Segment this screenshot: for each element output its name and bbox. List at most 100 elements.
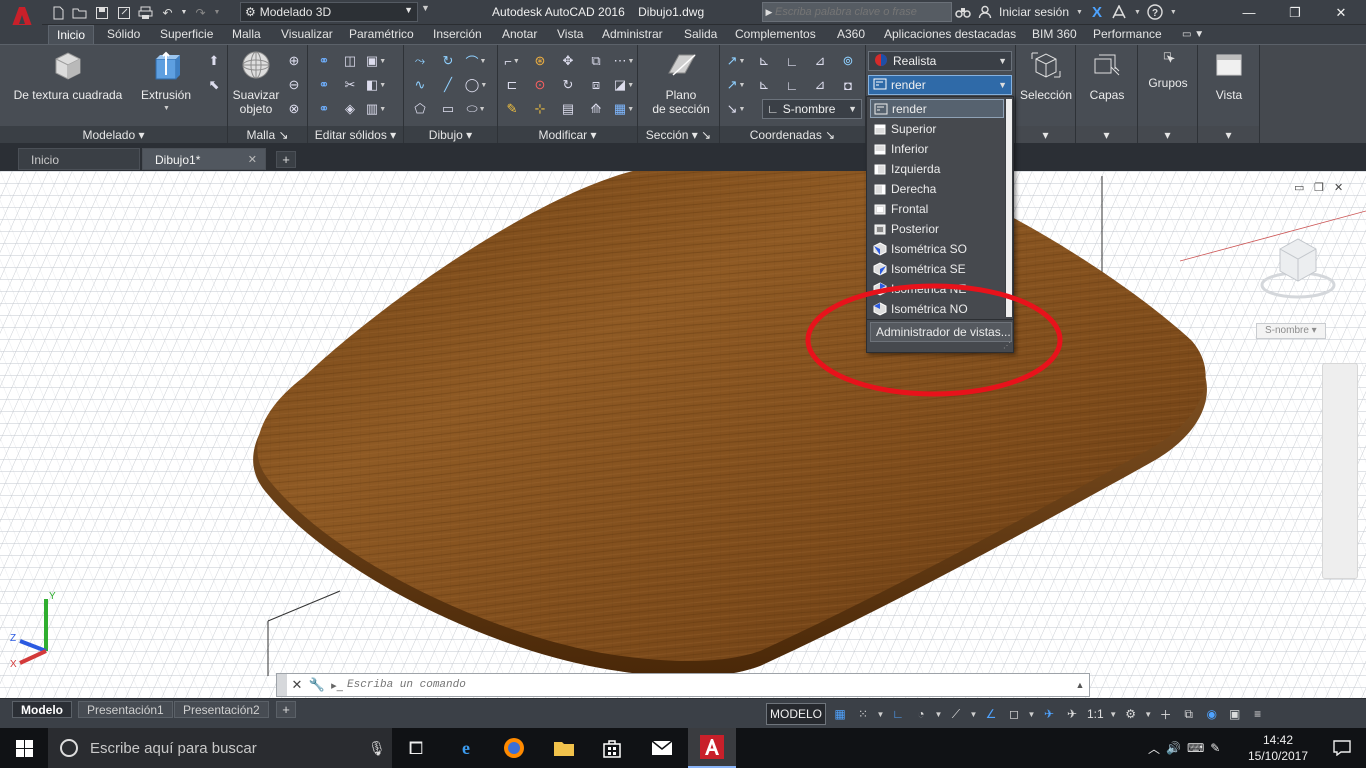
panel-title-coordenadas[interactable]: Coordenadas ↘ — [720, 126, 865, 144]
view-manager-button[interactable]: Administrador de vistas... — [870, 322, 1012, 342]
tab-a360[interactable]: A360 — [829, 25, 873, 44]
ucs-named-combo[interactable]: ∟ S-nombre ▼ — [762, 99, 862, 119]
copy-icon[interactable]: ▤ — [558, 99, 578, 119]
isodraft-icon[interactable]: ⟋ — [946, 704, 966, 724]
system-clock[interactable]: 14:42 15/10/2017 — [1238, 732, 1318, 764]
tab-aplicaciones-destacadas[interactable]: Aplicaciones destacadas — [876, 25, 1024, 44]
chevron-down-icon[interactable]: ▼ — [1076, 9, 1083, 16]
store-icon[interactable] — [588, 728, 636, 768]
workspace-select[interactable]: ⚙ Modelado 3D ▼ — [240, 2, 418, 22]
keyword-search-input[interactable] — [775, 6, 951, 18]
panel-title-dibujo[interactable]: Dibujo ▾ — [404, 126, 497, 144]
circle-icon[interactable]: ◯ ▼ — [465, 75, 488, 95]
tab-salida[interactable]: Salida — [676, 25, 725, 44]
layout-tab-modelo[interactable]: Modelo — [12, 701, 72, 718]
ucs-object-icon[interactable]: ◘ — [838, 75, 858, 95]
view-button[interactable]: Vista — [1202, 49, 1256, 102]
polygon-icon[interactable]: ⬠ — [410, 99, 430, 119]
ucs-icon[interactable]: ↗ ▼ — [726, 51, 746, 71]
isolate-objects-icon[interactable]: ⧉ — [1179, 704, 1199, 724]
shell-icon[interactable]: ▥ ▼ — [366, 99, 386, 119]
smooth-more-icon[interactable]: ⊕ — [284, 51, 304, 71]
view-item-frontal[interactable]: Frontal — [870, 199, 1004, 218]
workspace-switch-icon[interactable]: ⚙ — [1121, 704, 1141, 724]
ucs-3point-icon[interactable]: ⊿ — [810, 75, 830, 95]
viewport-minimize-icon[interactable]: ▭ — [1294, 181, 1304, 194]
mirror-3d-icon[interactable]: ⧈ — [586, 75, 606, 95]
redo-icon[interactable]: ↷ — [191, 3, 210, 22]
grid-array-icon[interactable]: ▦ ▼ — [614, 99, 634, 119]
undo-icon[interactable]: ↶ — [158, 3, 177, 22]
customize-qat-icon[interactable]: ▼ — [421, 3, 433, 21]
refine-mesh-icon[interactable]: ⊗ — [284, 99, 304, 119]
chevron-down-icon[interactable]: ▼ — [1134, 9, 1141, 16]
tab-inicio[interactable]: Inicio — [48, 25, 95, 44]
model-space-button[interactable]: MODELO — [766, 703, 826, 725]
object-snap-icon[interactable]: ◻ — [1004, 704, 1024, 724]
view-item-izquierda[interactable]: Izquierda — [870, 159, 1004, 178]
sign-in-link[interactable]: Iniciar sesión — [999, 5, 1069, 19]
groups-button[interactable]: Grupos — [1140, 49, 1196, 90]
polar-tracking-icon[interactable]: ◔ — [911, 704, 931, 724]
tab-complementos[interactable]: Complementos — [727, 25, 824, 44]
seleccion-expand-icon[interactable]: ▾ — [1016, 126, 1075, 144]
autocad-taskbar-icon[interactable] — [688, 728, 736, 768]
command-prompt-icon[interactable]: ▸_ — [327, 674, 347, 696]
annotation-scale[interactable]: 1:1 — [1085, 707, 1106, 721]
arc-icon[interactable]: ⌒ ▼ — [466, 51, 487, 71]
separate-icon[interactable]: ▣ ▼ — [366, 51, 386, 71]
extract-edges-icon[interactable]: ◫ — [340, 51, 360, 71]
ucs-world-icon[interactable]: ⊾ — [754, 51, 774, 71]
drawing-viewport[interactable]: ▭ ❐ ✕ S-nombre ▾ Y Z X ✕ 🔧 ▸_ ▲ — [0, 171, 1366, 698]
new-layout-icon[interactable]: + — [276, 701, 296, 718]
viewport-restore-icon[interactable]: ❐ — [1314, 181, 1324, 194]
panel-title-seccion[interactable]: Sección ▾ ↘ — [638, 126, 719, 144]
smooth-extrude-icon[interactable]: ⬉ — [204, 75, 224, 95]
doc-tab-dibujo1[interactable]: Dibujo1* ✕ — [142, 148, 266, 170]
close-icon[interactable]: ✕ — [287, 674, 307, 696]
autodesk-a360-icon[interactable] — [1111, 4, 1127, 20]
capas-expand-icon[interactable]: ▾ — [1076, 126, 1137, 144]
customize-icon[interactable]: ≡ — [1248, 704, 1268, 724]
offset-icon[interactable]: ⊏ — [502, 75, 522, 95]
scale-3d-icon[interactable]: ⊹ — [530, 99, 550, 119]
intersect-icon[interactable]: ⚭ — [314, 99, 334, 119]
slice-icon[interactable]: ✂ — [340, 75, 360, 95]
open-icon[interactable] — [70, 3, 89, 22]
views-scrollbar-thumb[interactable] — [1006, 99, 1012, 317]
wrench-icon[interactable]: 🔧 — [307, 674, 327, 696]
input-language-icon[interactable]: ⌨ — [1187, 741, 1204, 755]
firefox-icon[interactable] — [490, 728, 538, 768]
chevron-down-icon[interactable]: ▼ — [876, 710, 885, 719]
view-item-isométrica-no[interactable]: Isométrica NO — [870, 299, 1004, 318]
command-input[interactable] — [347, 679, 1071, 691]
new-tab-icon[interactable]: + — [276, 151, 296, 168]
polyline-icon[interactable]: ⤳ — [410, 51, 430, 71]
snap-mode-icon[interactable]: ⁙ — [853, 704, 873, 724]
tab-insercion[interactable]: Inserción — [425, 25, 490, 44]
chevron-down-icon[interactable]: ▼ — [1109, 710, 1118, 719]
chevron-right-icon[interactable]: ▶ — [763, 7, 775, 18]
view-item-isométrica-se[interactable]: Isométrica SE — [870, 259, 1004, 278]
layers-button[interactable]: Capas — [1080, 49, 1134, 102]
ribbon-minimize-icon[interactable]: ▭ ▼ — [1174, 25, 1212, 44]
tab-anotar[interactable]: Anotar — [494, 25, 545, 44]
close-tab-icon[interactable]: ✕ — [248, 149, 257, 171]
view-item-inferior[interactable]: Inferior — [870, 139, 1004, 158]
subtract-icon[interactable]: ⚭ — [314, 75, 334, 95]
exchange-apps-icon[interactable]: X — [1089, 4, 1105, 21]
command-line-grip[interactable] — [277, 674, 287, 696]
view-item-superior[interactable]: Superior — [870, 119, 1004, 138]
grupos-expand-icon[interactable]: ▾ — [1138, 126, 1197, 144]
auto-scale-icon[interactable]: ✈ — [1062, 704, 1082, 724]
tab-bim360[interactable]: BIM 360 — [1024, 25, 1085, 44]
views-scrollbar[interactable] — [1005, 99, 1013, 317]
match-properties-icon[interactable]: ✎ — [502, 99, 522, 119]
ucs-icon-props-icon[interactable]: ↘ ▼ — [726, 99, 746, 119]
box-button[interactable]: De textura cuadrada — [12, 49, 124, 102]
tab-administrar[interactable]: Administrar — [594, 25, 671, 44]
chevron-up-icon[interactable]: ︿ — [1148, 740, 1160, 757]
smooth-less-icon[interactable]: ⊖ — [284, 75, 304, 95]
stretch-icon[interactable]: ⟰ — [586, 99, 606, 119]
viewcube-ucs-menu[interactable]: S-nombre ▾ — [1256, 323, 1326, 339]
